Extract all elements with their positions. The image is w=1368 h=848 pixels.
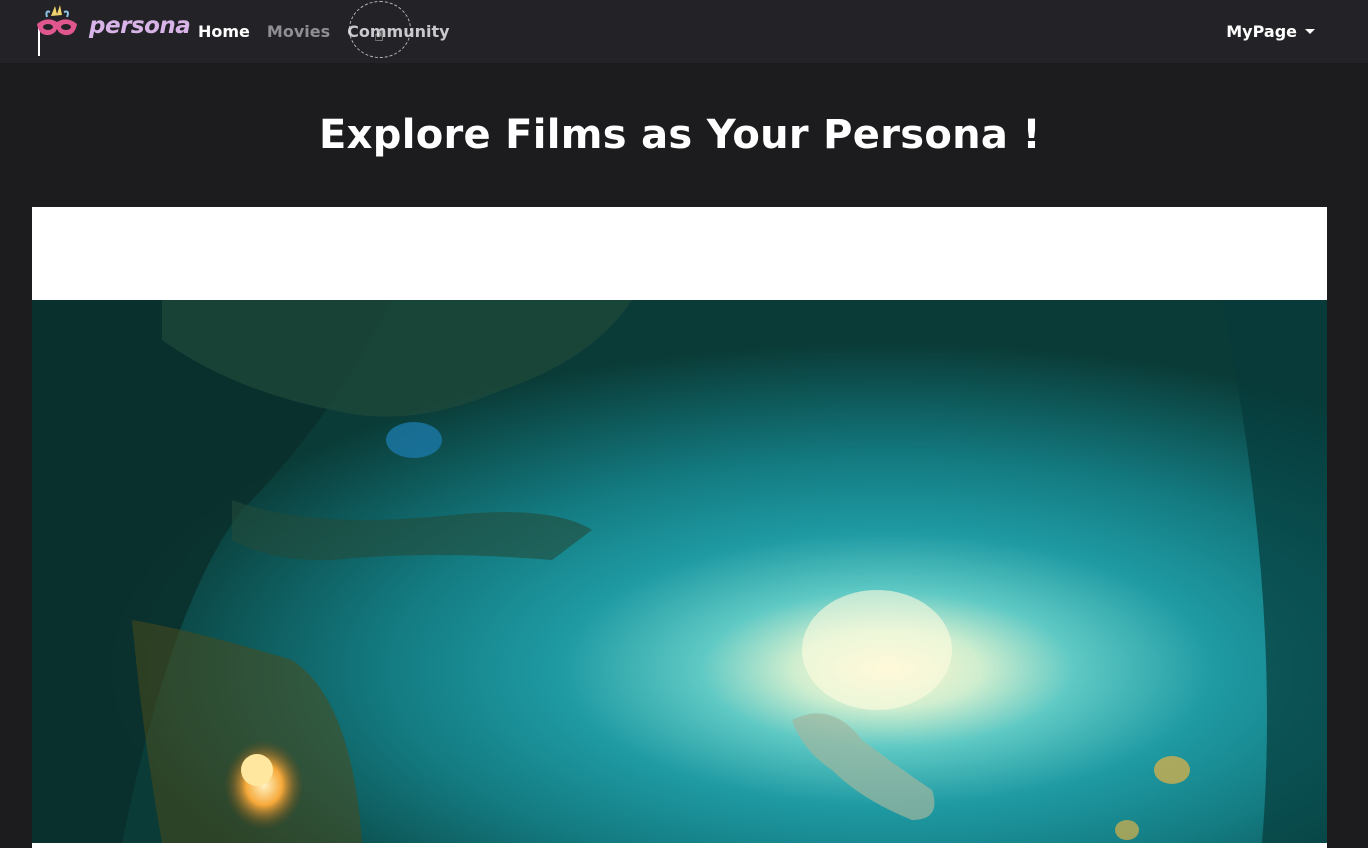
nav-links: Home Movies Community bbox=[198, 0, 450, 63]
brand-name: persona bbox=[89, 13, 191, 39]
caret-down-icon bbox=[1305, 29, 1315, 34]
carousel-top-band bbox=[32, 207, 1327, 300]
nav-link-movies[interactable]: Movies bbox=[267, 22, 330, 41]
mypage-label: MyPage bbox=[1226, 22, 1297, 41]
brand-logo-link[interactable]: persona bbox=[33, 4, 191, 56]
nav-link-community[interactable]: Community bbox=[347, 22, 449, 41]
movie-carousel[interactable] bbox=[32, 207, 1327, 848]
masquerade-mask-icon bbox=[37, 5, 77, 56]
carousel-bottom-band bbox=[32, 843, 1327, 848]
top-navbar: persona Home Movies Community MyPage bbox=[0, 0, 1368, 63]
page-title: Explore Films as Your Persona ! bbox=[319, 112, 1041, 158]
underwater-scene-image bbox=[32, 300, 1327, 843]
carousel-slide-image[interactable] bbox=[32, 300, 1327, 843]
mypage-dropdown-toggle[interactable]: MyPage bbox=[1226, 0, 1315, 63]
nav-link-home[interactable]: Home bbox=[198, 22, 250, 41]
